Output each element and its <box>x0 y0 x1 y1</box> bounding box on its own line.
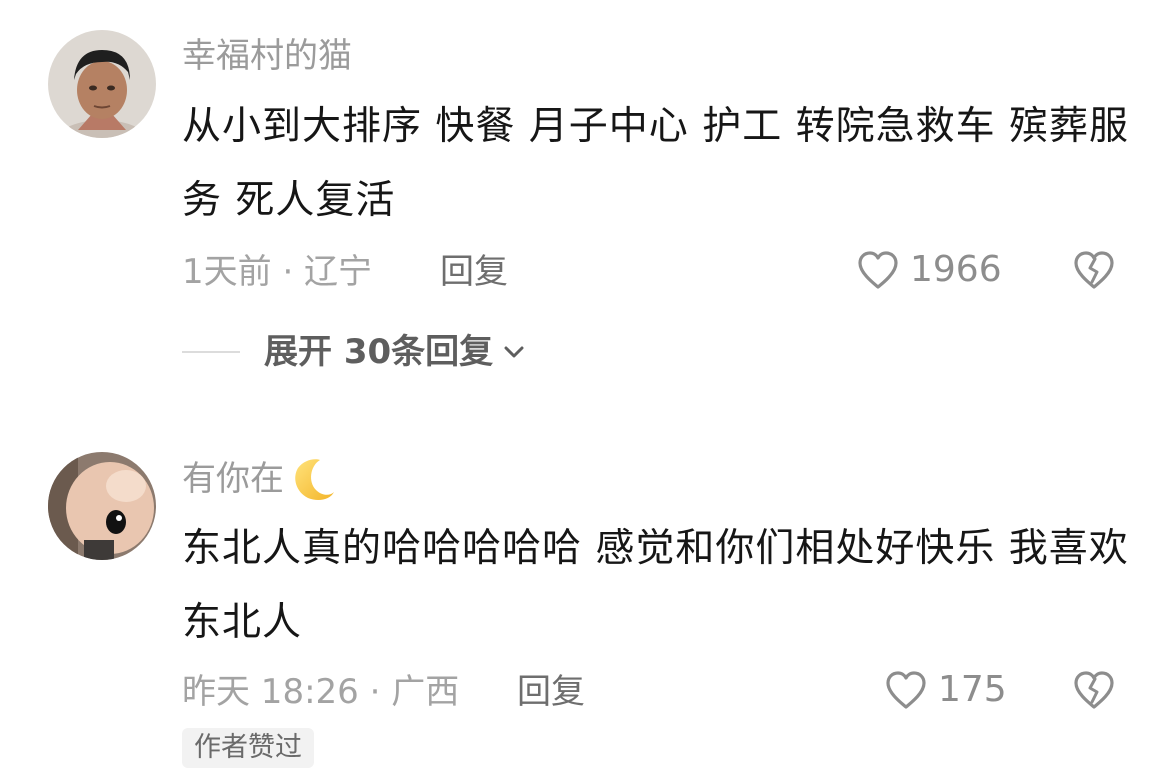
username[interactable]: 有你在 <box>182 456 336 502</box>
username[interactable]: 幸福村的猫 <box>182 36 352 76</box>
crescent-moon-icon <box>295 459 334 500</box>
comment-meta: 昨天 18:26 · 广西 <box>182 672 460 712</box>
comment-text: 从小到大排序 快餐 月子中心 护工 转院急救车 殡葬服务 死人复活 <box>182 104 1129 223</box>
broken-heart-icon[interactable] <box>1070 666 1118 714</box>
chevron-down-icon <box>504 346 524 358</box>
comment-item: 有你在 东北人真的哈哈哈哈哈 感觉和你们相处好快乐 我喜欢东北人 昨天 18:2… <box>0 420 1170 784</box>
heart-icon <box>886 671 926 709</box>
broken-heart-icon[interactable] <box>1070 246 1118 294</box>
man-portrait-avatar-icon <box>48 30 156 138</box>
author-liked-badge: 作者赞过 <box>182 728 314 768</box>
like-count: 175 <box>938 669 1007 710</box>
comment-meta: 1天前 · 辽宁 <box>182 252 373 292</box>
expand-replies-button[interactable]: 展开 30条回复 <box>182 330 527 374</box>
comment-item: 幸福村的猫 从小到大排序 快餐 月子中心 护工 转院急救车 殡葬服务 死人复活 … <box>0 0 1170 400</box>
like-button[interactable]: 1966 <box>854 246 1002 294</box>
reply-button[interactable]: 回复 <box>440 252 508 292</box>
like-button[interactable]: 175 <box>882 666 1007 714</box>
comment-list: 幸福村的猫 从小到大排序 快餐 月子中心 护工 转院急救车 殡葬服务 死人复活 … <box>0 0 1170 784</box>
avatar[interactable] <box>48 452 156 560</box>
reply-button[interactable]: 回复 <box>517 672 585 712</box>
username-label: 有你在 <box>182 459 284 499</box>
hamster-avatar-icon <box>48 452 156 560</box>
comment-text: 东北人真的哈哈哈哈哈 感觉和你们相处好快乐 我喜欢东北人 <box>182 526 1129 645</box>
like-count: 1966 <box>910 249 1002 290</box>
avatar[interactable] <box>48 30 156 138</box>
divider-line <box>182 351 240 353</box>
heart-icon <box>858 251 898 289</box>
expand-replies-label: 展开 30条回复 <box>264 332 494 372</box>
